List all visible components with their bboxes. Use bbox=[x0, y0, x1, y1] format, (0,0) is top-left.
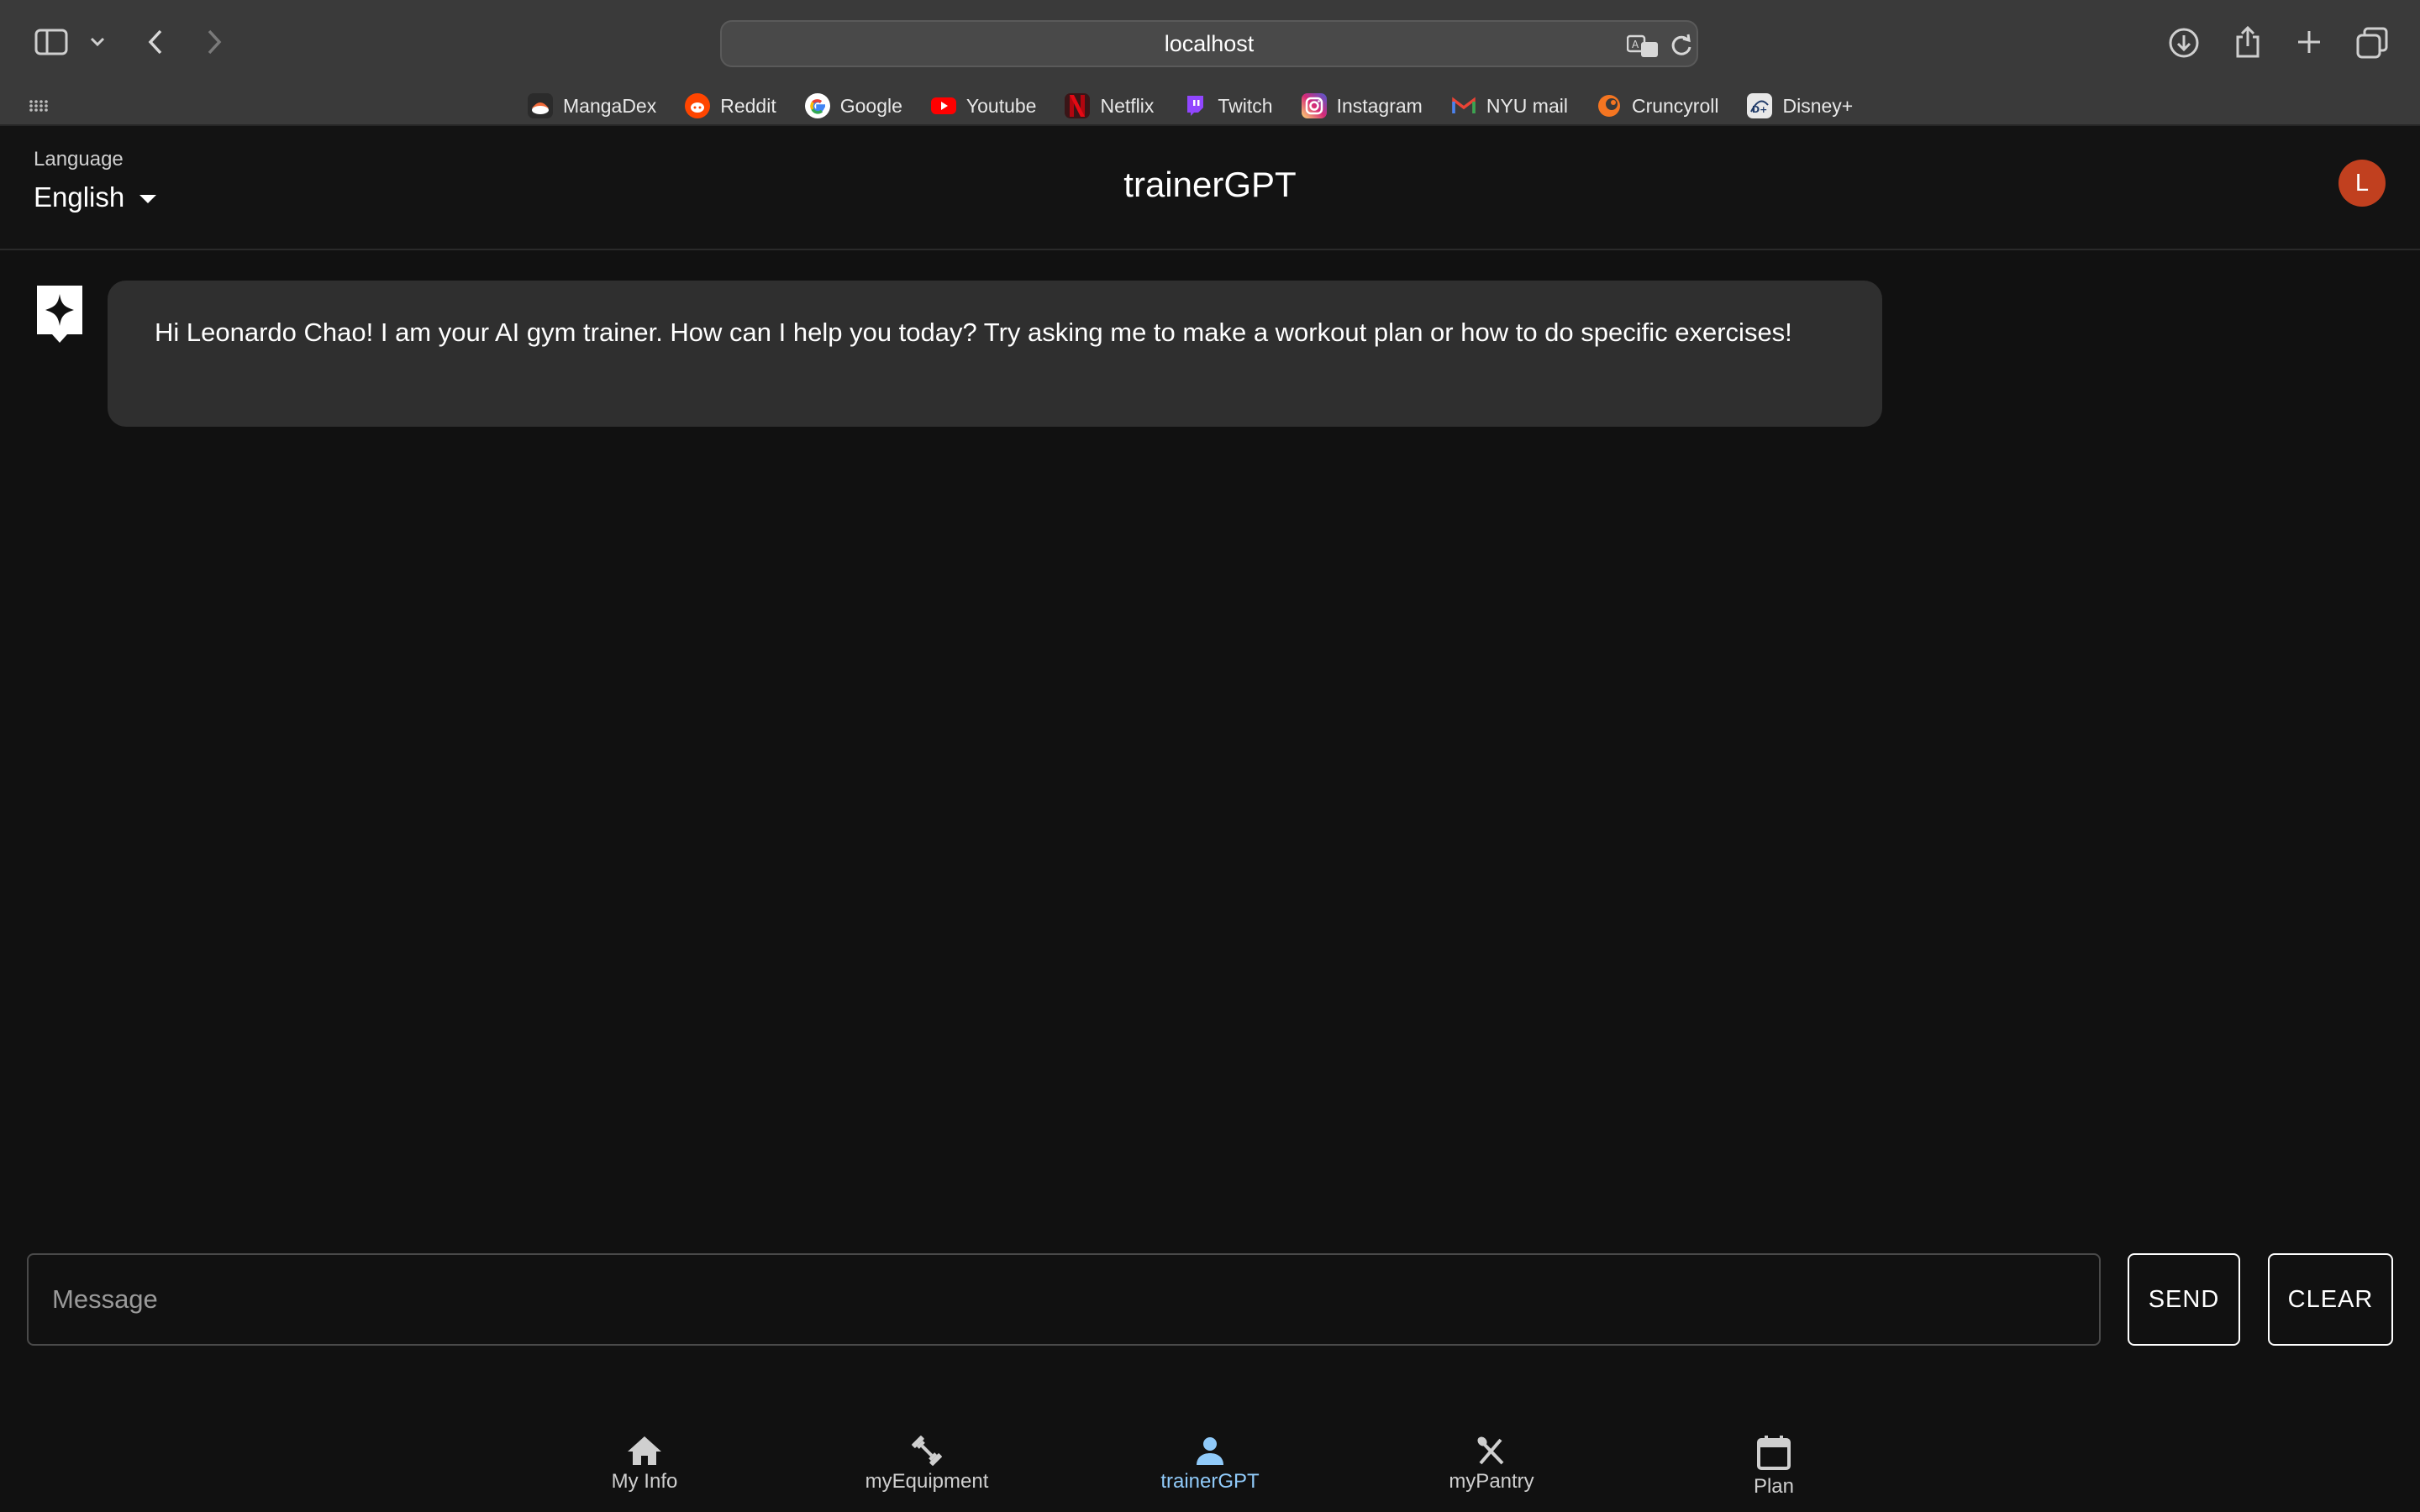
bookmark-google[interactable]: Google bbox=[804, 93, 902, 118]
bookmark-label: NYU mail bbox=[1486, 94, 1568, 117]
tab-overview-icon[interactable] bbox=[2354, 25, 2390, 60]
bookmark-netflix[interactable]: Netflix bbox=[1065, 93, 1154, 118]
url-text[interactable]: localhost bbox=[722, 22, 1697, 66]
bookmark-label: Reddit bbox=[720, 94, 776, 117]
page-title: trainerGPT bbox=[1123, 165, 1297, 204]
gmail-favicon-icon bbox=[1451, 93, 1476, 118]
svg-text:D+: D+ bbox=[1752, 104, 1767, 115]
bookmark-instagram[interactable]: Instagram bbox=[1301, 93, 1423, 118]
sidebar-toggle-icon[interactable] bbox=[34, 27, 69, 57]
instagram-favicon-icon bbox=[1301, 93, 1327, 118]
user-avatar[interactable]: L bbox=[2338, 160, 2386, 207]
address-bar[interactable]: localhost A bbox=[720, 20, 1698, 67]
bookmark-label: Twitch bbox=[1218, 94, 1273, 117]
nav-item-my-info[interactable]: My Info bbox=[552, 1435, 737, 1494]
bookmark-label: Google bbox=[839, 94, 902, 117]
nav-label: myPantry bbox=[1449, 1470, 1534, 1493]
browser-toolbar: localhost A bbox=[0, 0, 2420, 86]
bookmarks-bar: MangaDex Reddit Google Youtube Netflix T… bbox=[0, 86, 2420, 126]
new-tab-icon[interactable] bbox=[2292, 25, 2326, 59]
bookmark-disney[interactable]: D+ Disney+ bbox=[1747, 93, 1853, 118]
assistant-message: Hi Leonardo Chao! I am your AI gym train… bbox=[108, 281, 1882, 427]
share-icon[interactable] bbox=[2230, 24, 2265, 60]
dumbbell-icon bbox=[908, 1435, 945, 1467]
disney-favicon-icon: D+ bbox=[1747, 93, 1773, 118]
assistant-avatar-icon bbox=[34, 284, 86, 344]
nav-item-my-pantry[interactable]: myPantry bbox=[1399, 1435, 1584, 1494]
reload-icon[interactable] bbox=[1670, 34, 1693, 63]
nav-label: Plan bbox=[1753, 1475, 1795, 1498]
bookmarks-list: MangaDex Reddit Google Youtube Netflix T… bbox=[528, 86, 1853, 126]
clear-button[interactable]: CLEAR bbox=[2268, 1253, 2393, 1346]
bookmark-label: Instagram bbox=[1336, 94, 1423, 117]
bookmark-twitch[interactable]: Twitch bbox=[1182, 93, 1273, 118]
bookmark-label: MangaDex bbox=[563, 94, 657, 117]
bookmark-reddit[interactable]: Reddit bbox=[685, 93, 776, 118]
google-favicon-icon bbox=[804, 93, 830, 118]
bookmark-label: Youtube bbox=[965, 94, 1037, 117]
bookmark-label: Cruncyroll bbox=[1631, 94, 1719, 117]
person-icon bbox=[1192, 1435, 1228, 1467]
chevron-down-icon[interactable] bbox=[87, 32, 108, 52]
download-icon[interactable] bbox=[2166, 25, 2202, 60]
nav-item-my-equipment[interactable]: myEquipment bbox=[834, 1435, 1019, 1494]
reddit-favicon-icon bbox=[685, 93, 711, 118]
utensils-icon bbox=[1473, 1435, 1510, 1467]
send-button[interactable]: SEND bbox=[2128, 1253, 2240, 1346]
crunchyroll-favicon-icon bbox=[1597, 93, 1622, 118]
bottom-navigation: My Info myEquipment trainerGPT myPantry … bbox=[0, 1411, 2420, 1512]
back-icon[interactable] bbox=[143, 27, 168, 57]
nav-label: My Info bbox=[611, 1470, 678, 1493]
netflix-favicon-icon bbox=[1065, 93, 1091, 118]
nav-item-plan[interactable]: Plan bbox=[1681, 1435, 1866, 1499]
twitch-favicon-icon bbox=[1182, 93, 1207, 118]
bookmark-label: Disney+ bbox=[1782, 94, 1854, 117]
message-input[interactable] bbox=[27, 1253, 2101, 1346]
nav-label: myEquipment bbox=[865, 1470, 989, 1493]
translate-icon[interactable]: A bbox=[1626, 34, 1660, 63]
apps-grid-icon[interactable] bbox=[29, 96, 49, 116]
home-icon bbox=[626, 1435, 663, 1467]
mangadex-favicon-icon bbox=[528, 93, 553, 118]
svg-text:A: A bbox=[1632, 39, 1639, 50]
bookmark-mangadex[interactable]: MangaDex bbox=[528, 93, 656, 118]
bookmark-label: Netflix bbox=[1100, 94, 1155, 117]
bookmark-crunchyroll[interactable]: Cruncyroll bbox=[1597, 93, 1719, 118]
nav-label: trainerGPT bbox=[1160, 1470, 1260, 1493]
bookmark-nyu-mail[interactable]: NYU mail bbox=[1451, 93, 1568, 118]
nav-item-trainergpt[interactable]: trainerGPT bbox=[1118, 1435, 1302, 1494]
forward-icon[interactable] bbox=[202, 27, 227, 57]
youtube-favicon-icon bbox=[930, 93, 956, 118]
bookmark-youtube[interactable]: Youtube bbox=[930, 93, 1037, 118]
app-header: Language English trainerGPT bbox=[0, 126, 2420, 250]
calendar-icon bbox=[1755, 1435, 1792, 1472]
